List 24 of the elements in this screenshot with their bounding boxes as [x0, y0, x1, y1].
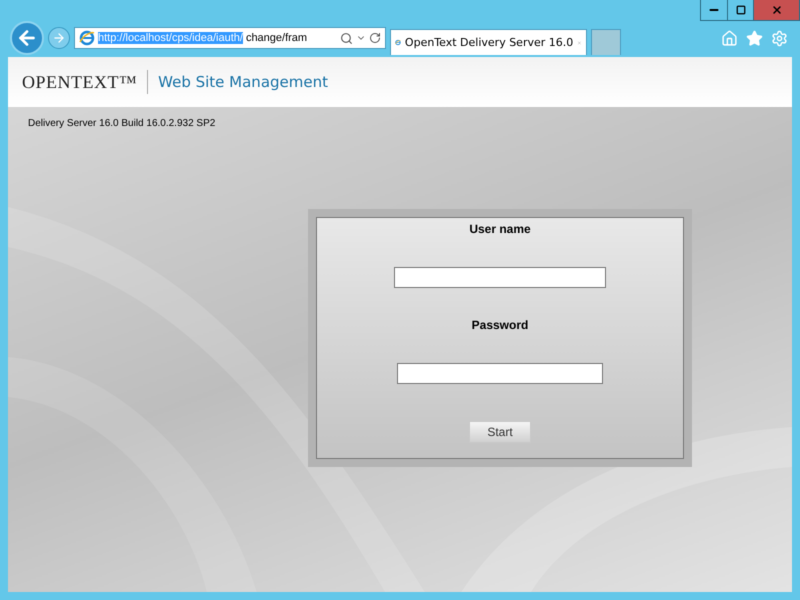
logo: OPENTEXT™ — [22, 70, 148, 94]
version-text: Delivery Server 16.0 Build 16.0.2.932 SP2 — [28, 118, 216, 129]
minimize-button[interactable] — [700, 0, 728, 21]
forward-arrow-icon — [52, 31, 66, 45]
username-field[interactable] — [394, 267, 606, 288]
maximize-icon — [736, 5, 746, 15]
browser-icon — [79, 30, 95, 46]
close-icon — [770, 4, 782, 16]
start-button[interactable]: Start — [469, 421, 531, 443]
field-label: User name — [469, 222, 531, 236]
url-text: change/fram — [246, 32, 308, 44]
app-title: Web Site Management — [158, 73, 328, 91]
settings-icon[interactable] — [771, 30, 788, 46]
browser-tab[interactable]: OpenText Delivery Server 16.0 — [390, 29, 587, 55]
search-icon[interactable] — [340, 32, 353, 44]
password-field[interactable] — [397, 363, 603, 384]
star-icon[interactable] — [746, 30, 763, 46]
refresh-icon[interactable] — [369, 32, 381, 44]
field-label: Password — [472, 318, 528, 332]
forward-button[interactable] — [48, 27, 70, 49]
back-button[interactable] — [10, 21, 44, 55]
address-bar[interactable]: http://localhost/cps/idea/iauth/ change/fram — [74, 27, 386, 49]
url-text-selected: http://localhost/cps/idea/iauth/ — [98, 32, 243, 44]
home-icon[interactable] — [721, 30, 738, 46]
